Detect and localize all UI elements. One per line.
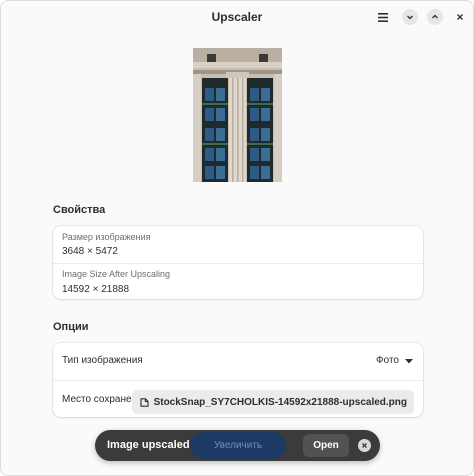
close-icon: [457, 14, 463, 20]
properties-card: Размер изображения 3648 × 5472 Image Siz…: [53, 226, 423, 299]
minimize-button[interactable]: [402, 9, 418, 25]
image-size-value: 3648 × 5472: [62, 246, 118, 257]
save-location-button[interactable]: StockSnap_SY7CHOLKIS-14592x21888-upscale…: [131, 390, 414, 414]
image-size-label: Размер изображения: [62, 232, 151, 242]
image-type-value: Фото: [376, 355, 399, 366]
toast-close-button[interactable]: [358, 439, 371, 452]
chevron-up-icon: [432, 14, 438, 19]
window-close-button[interactable]: [452, 9, 468, 25]
image-preview: [193, 48, 282, 182]
size-after-value: 14592 × 21888: [62, 284, 130, 295]
maximize-button[interactable]: [427, 9, 443, 25]
app-window: Upscaler Свойства Размер изображения 364…: [0, 0, 474, 476]
save-location-filename: StockSnap_SY7CHOLKIS-14592x21888-upscale…: [153, 396, 407, 408]
toast-message: Image upscaled: [107, 439, 190, 451]
image-type-label: Тип изображения: [62, 355, 143, 366]
options-section-title: Опции: [53, 321, 89, 333]
close-icon: [362, 443, 367, 448]
save-location-row: Место сохранения StockSnap_SY7CHOLKIS-14…: [53, 380, 423, 417]
hamburger-menu-icon: [378, 12, 388, 22]
size-after-row: Image Size After Upscaling 14592 × 21888: [53, 263, 423, 299]
image-type-row[interactable]: Тип изображения Фото: [53, 343, 423, 380]
image-type-dropdown[interactable]: Фото: [376, 355, 413, 366]
image-size-row: Размер изображения 3648 × 5472: [53, 226, 423, 263]
open-button[interactable]: Open: [303, 434, 349, 457]
dropdown-arrow-icon: [405, 358, 413, 363]
size-after-label: Image Size After Upscaling: [62, 269, 171, 279]
file-icon: [140, 397, 149, 407]
properties-section-title: Свойства: [53, 204, 106, 216]
header-bar: Upscaler: [1, 1, 473, 33]
main-menu-button[interactable]: [375, 9, 391, 25]
options-card: Тип изображения Фото Место сохранения St…: [53, 343, 423, 417]
upscale-button[interactable]: Увеличить: [190, 432, 286, 459]
chevron-down-icon: [407, 15, 413, 20]
upscaled-toast: Image upscaled Увеличить Open: [95, 430, 380, 461]
